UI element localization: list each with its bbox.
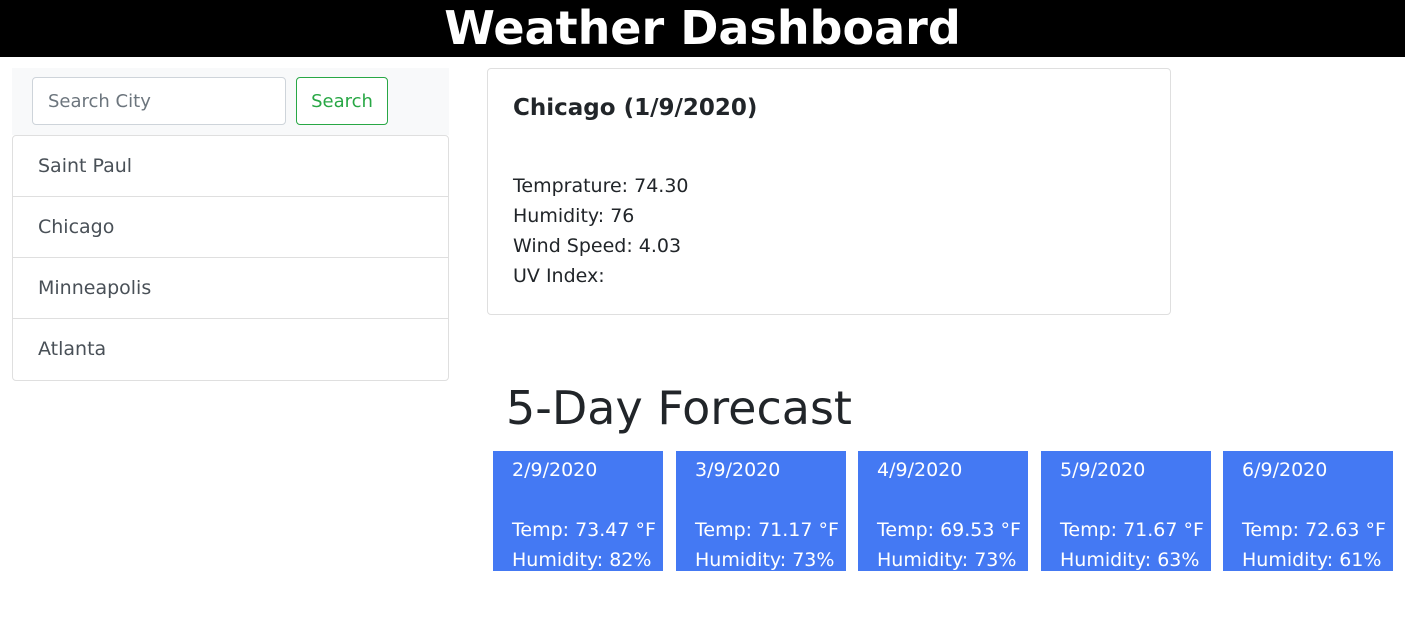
city-item-minneapolis[interactable]: Minneapolis <box>13 258 448 319</box>
forecast-humidity: Humidity: 61% <box>1242 549 1382 571</box>
forecast-date: 3/9/2020 <box>695 459 781 481</box>
current-weather-stats: Temprature: 74.30 Humidity: 76 Wind Spee… <box>513 171 689 291</box>
forecast-temp: Temp: 73.47 °F <box>512 519 656 541</box>
forecast-temp: Temp: 69.53 °F <box>877 519 1021 541</box>
forecast-date: 6/9/2020 <box>1242 459 1328 481</box>
forecast-date: 2/9/2020 <box>512 459 598 481</box>
page-header: Weather Dashboard <box>0 0 1405 57</box>
search-panel: Search <box>12 68 449 135</box>
current-humidity: Humidity: 76 <box>513 205 635 227</box>
forecast-humidity: Humidity: 73% <box>877 549 1017 571</box>
current-uv-index: UV Index: <box>513 265 605 287</box>
forecast-humidity: Humidity: 63% <box>1060 549 1200 571</box>
city-item-saint-paul[interactable]: Saint Paul <box>13 136 448 197</box>
city-item-chicago[interactable]: Chicago <box>13 197 448 258</box>
current-city-title: Chicago (1/9/2020) <box>513 95 758 121</box>
forecast-date: 4/9/2020 <box>877 459 963 481</box>
current-temperature: Temprature: 74.30 <box>513 175 689 197</box>
forecast-humidity: Humidity: 73% <box>695 549 835 571</box>
forecast-card: 2/9/2020 Temp: 73.47 °F Humidity: 82% <box>493 451 663 571</box>
search-input[interactable] <box>32 77 286 125</box>
forecast-temp: Temp: 71.67 °F <box>1060 519 1204 541</box>
current-weather-card: Chicago (1/9/2020) Temprature: 74.30 Hum… <box>487 68 1171 315</box>
search-button[interactable]: Search <box>296 77 388 125</box>
page-title: Weather Dashboard <box>444 1 961 55</box>
city-item-atlanta[interactable]: Atlanta <box>13 319 448 380</box>
forecast-humidity: Humidity: 82% <box>512 549 652 571</box>
forecast-temp: Temp: 72.63 °F <box>1242 519 1386 541</box>
city-history-list: Saint Paul Chicago Minneapolis Atlanta <box>12 135 449 381</box>
forecast-card: 4/9/2020 Temp: 69.53 °F Humidity: 73% <box>858 451 1028 571</box>
forecast-temp: Temp: 71.17 °F <box>695 519 839 541</box>
forecast-card: 6/9/2020 Temp: 72.63 °F Humidity: 61% <box>1223 451 1393 571</box>
forecast-date: 5/9/2020 <box>1060 459 1146 481</box>
forecast-card: 5/9/2020 Temp: 71.67 °F Humidity: 63% <box>1041 451 1211 571</box>
forecast-heading: 5-Day Forecast <box>506 381 852 435</box>
forecast-card: 3/9/2020 Temp: 71.17 °F Humidity: 73% <box>676 451 846 571</box>
current-wind-speed: Wind Speed: 4.03 <box>513 235 682 257</box>
